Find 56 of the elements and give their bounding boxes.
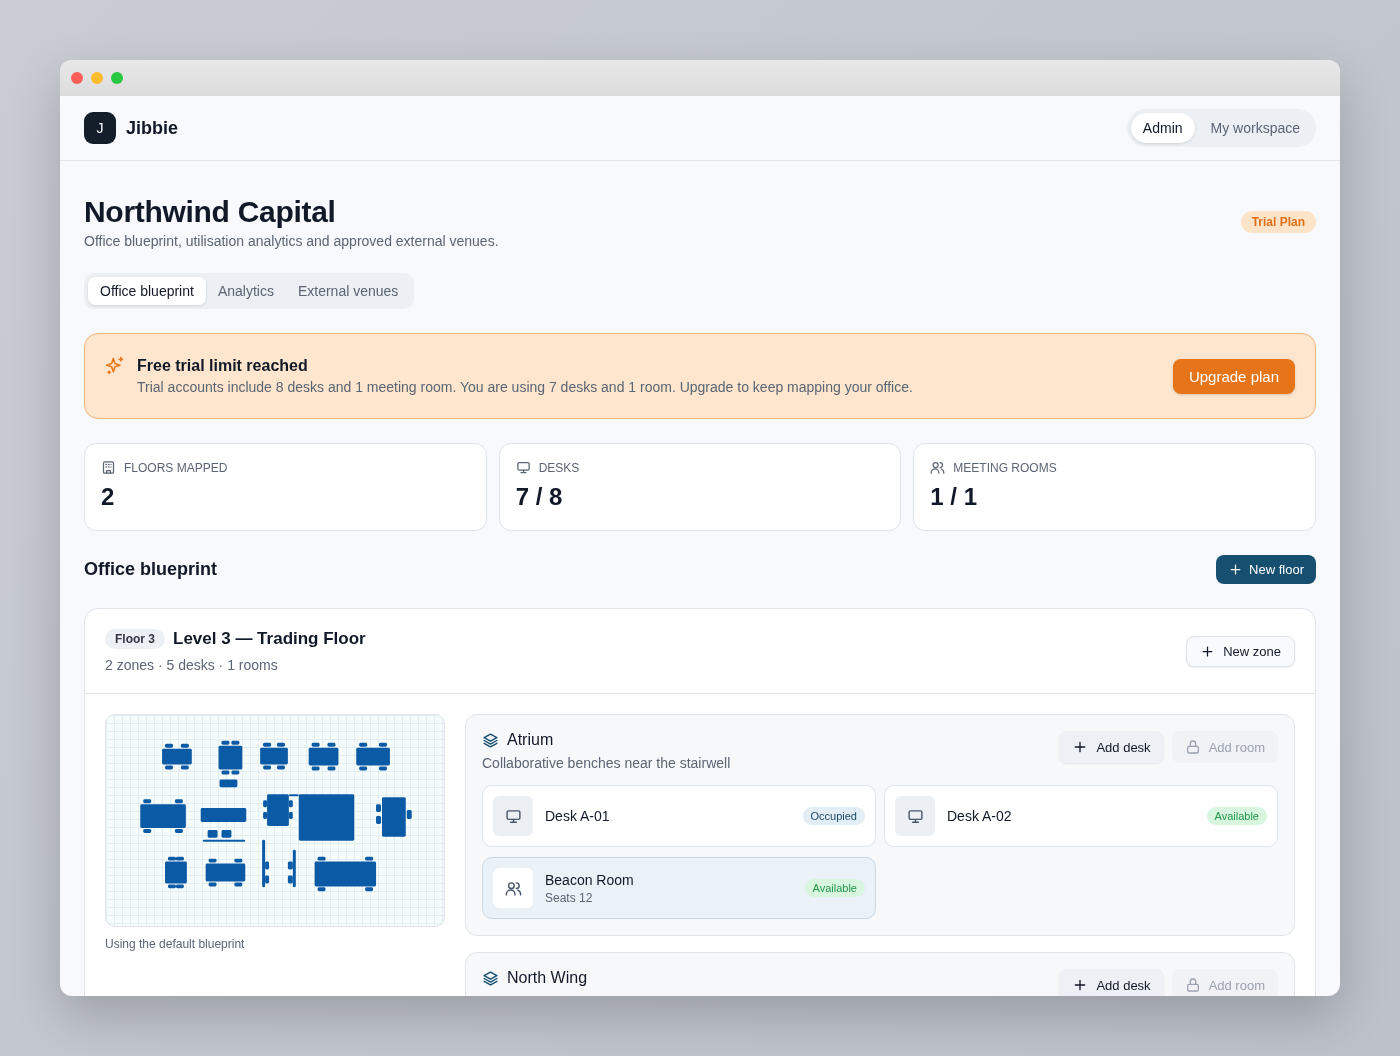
lock-icon: [1184, 739, 1201, 755]
alert-title: Free trial limit reached: [137, 357, 309, 375]
minimize-button[interactable]: [91, 72, 103, 84]
monitor-icon: [504, 807, 522, 825]
new-floor-button[interactable]: New floor: [1216, 555, 1316, 584]
status-badge: Available: [1206, 807, 1267, 825]
floor-meta: 2 zones · 5 desks · 1 rooms: [105, 657, 279, 673]
add-desk-button[interactable]: Add desk: [1059, 969, 1164, 996]
room-card[interactable]: Beacon Room Seats 12 Available: [482, 857, 876, 919]
plan-badge: Trial Plan: [1240, 211, 1316, 233]
page-subtitle: Office blueprint, utilisation analytics and approved external venues.: [84, 233, 499, 249]
zone-description: Collaborative benches near the stairwell: [482, 755, 731, 771]
lock-icon: [1184, 977, 1201, 993]
monitor-icon: [906, 807, 924, 825]
plus-icon: [1200, 643, 1216, 659]
app-logo: J: [84, 112, 116, 144]
maximize-button[interactable]: [111, 72, 123, 84]
zone-name: Atrium: [507, 731, 554, 749]
status-badge: Available: [804, 879, 865, 897]
stat-label: FLOORS MAPPED: [124, 460, 228, 475]
app-name: Jibbie: [126, 117, 178, 139]
zone-name: North Wing: [507, 969, 588, 987]
close-button[interactable]: [71, 72, 83, 84]
stat-value: 7 / 8: [515, 483, 564, 511]
tab[interactable]: Office blueprint: [88, 277, 206, 305]
room-capacity: Seats 12: [545, 890, 594, 905]
sparkle-icon: [105, 356, 125, 376]
blueprint-caption: Using the default blueprint: [105, 937, 246, 951]
add-desk-button[interactable]: Add desk: [1059, 731, 1164, 763]
alert-message: Trial accounts include 8 desks and 1 meeting room. You are using 7 desks and 1 room. Upgrade to keep mapping your office.: [137, 379, 914, 395]
plus-icon: [1228, 562, 1244, 577]
stat-value: 2: [101, 483, 116, 511]
desk-card[interactable]: Desk A-01 Occupied: [482, 785, 876, 847]
floor-title: Level 3 — Trading Floor: [173, 629, 366, 649]
desk-name: Desk A-02: [947, 808, 1013, 824]
tab[interactable]: External venues: [285, 277, 411, 305]
people-icon: [930, 460, 946, 475]
people-icon: [504, 879, 522, 897]
layers-icon: [482, 969, 499, 987]
building-icon: [101, 460, 116, 475]
section-title: Office blueprint: [84, 559, 217, 580]
desk-name: Desk A-01: [545, 808, 611, 824]
stat-label: DESKS: [538, 460, 580, 475]
desk-card[interactable]: Desk A-02 Available: [884, 785, 1278, 847]
page-title: Northwind Capital: [84, 195, 337, 229]
status-badge: Occupied: [802, 807, 865, 825]
monitor-icon: [515, 460, 531, 475]
room-name: Beacon Room: [545, 871, 635, 888]
stat-label: MEETING ROOMS: [953, 460, 1057, 475]
stat-value: 1 / 1: [930, 483, 979, 511]
mode-tab[interactable]: Admin: [1130, 113, 1195, 143]
new-zone-button[interactable]: New zone: [1186, 635, 1295, 667]
floor-badge: Floor 3: [105, 629, 165, 649]
mode-tab[interactable]: My workspace: [1198, 113, 1312, 143]
tab[interactable]: Analytics: [205, 277, 286, 305]
layers-icon: [482, 731, 499, 749]
